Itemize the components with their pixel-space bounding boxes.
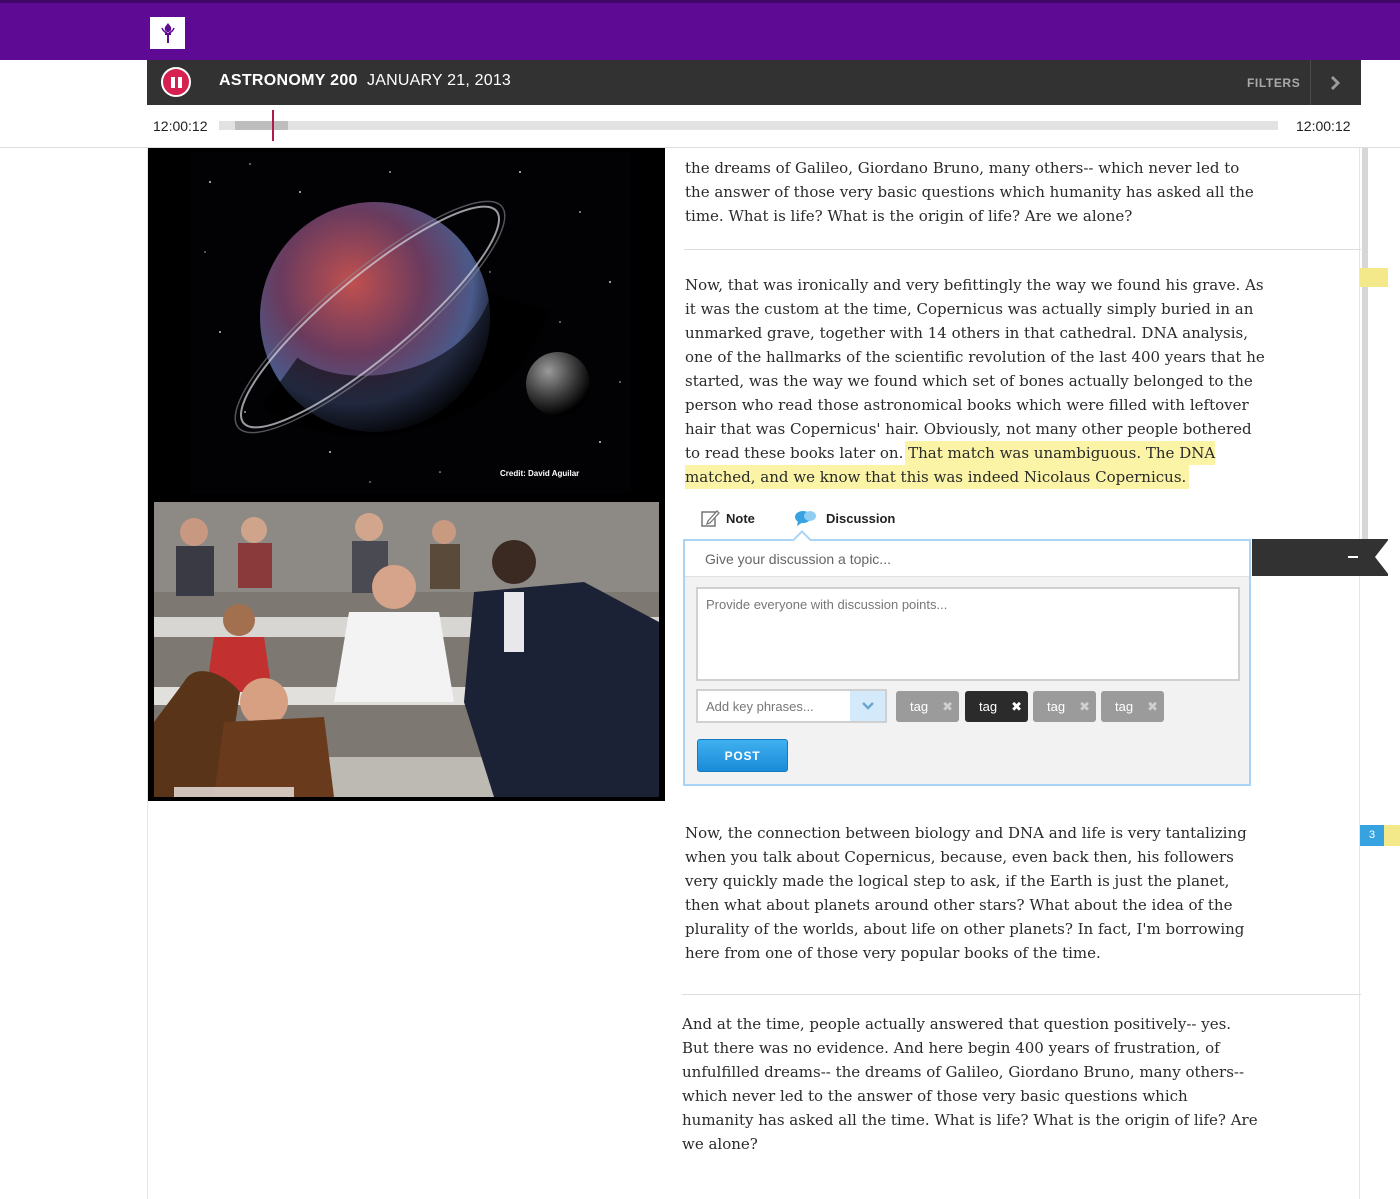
playhead[interactable]: [272, 110, 274, 141]
filters-button[interactable]: FILTERS: [1247, 76, 1300, 90]
course-header: ASTRONOMY 200 JANUARY 21, 2013 FILTERS: [147, 60, 1361, 105]
timeline: 12:00:12 12:00:12: [0, 105, 1400, 148]
lecture-content: Credit: David Aguilar the dreams of Gali…: [147, 148, 1400, 1199]
discussion-count: 3: [1360, 825, 1384, 846]
remove-tag-icon[interactable]: ✖: [942, 699, 953, 715]
nyu-torch-icon[interactable]: [150, 17, 185, 49]
tag-label: tag: [910, 699, 929, 714]
paragraph-divider: [684, 249, 1361, 250]
note-edit-icon: [701, 510, 720, 527]
transcript: the dreams of Galileo, Giordano Bruno, m…: [148, 148, 1361, 1199]
tab-discussion[interactable]: Discussion: [794, 508, 895, 528]
course-date: JANUARY 21, 2013: [367, 72, 512, 89]
highlight-marker[interactable]: [1360, 268, 1388, 287]
timeline-scrubber[interactable]: [219, 110, 1278, 141]
discussion-count-badge[interactable]: 3: [1360, 825, 1400, 846]
key-phrases-field: [696, 689, 887, 723]
pause-icon: [170, 76, 175, 88]
scrollbar[interactable]: [1362, 148, 1368, 540]
chevron-right-icon[interactable]: [1323, 71, 1347, 95]
transcript-paragraph[interactable]: Now, the connection between biology and …: [685, 821, 1265, 965]
transcript-text: Now, that was ironically and very befitt…: [685, 276, 1265, 462]
key-phrases-input[interactable]: [698, 691, 850, 721]
highlight-marker: [1384, 825, 1400, 846]
tag-chip[interactable]: tag ✖: [1033, 691, 1096, 722]
remove-tag-icon[interactable]: ✖: [1079, 699, 1090, 715]
tag-chip[interactable]: tag ✖: [896, 691, 959, 722]
tab-note[interactable]: Note: [700, 508, 755, 528]
tag-label: tag: [1115, 699, 1134, 714]
post-button[interactable]: POST: [697, 739, 788, 772]
remove-tag-icon[interactable]: ✖: [1147, 699, 1158, 715]
tab-note-label: Note: [726, 510, 755, 526]
header-divider: [1310, 60, 1311, 105]
paragraph-divider: [682, 994, 1361, 995]
timeline-progress: [235, 121, 288, 130]
tag-chip[interactable]: tag ✖: [1101, 691, 1164, 722]
key-phrases-dropdown[interactable]: [850, 691, 885, 721]
transcript-paragraph[interactable]: And at the time, people actually answere…: [682, 1012, 1262, 1156]
remove-tag-icon[interactable]: ✖: [1011, 699, 1022, 715]
tab-discussion-label: Discussion: [826, 510, 896, 526]
discussion-points-input[interactable]: [696, 587, 1240, 681]
tag-label: tag: [1047, 699, 1066, 714]
discussion-form: tag ✖ tag ✖ tag ✖ tag ✖ POST: [683, 530, 1251, 786]
speech-bubbles-icon: [795, 511, 816, 526]
chevron-down-icon: [861, 702, 874, 710]
annotation-flag: [1252, 539, 1389, 576]
transcript-paragraph[interactable]: the dreams of Galileo, Giordano Bruno, m…: [685, 156, 1265, 228]
total-time: 12:00:12: [1296, 118, 1351, 134]
pause-button[interactable]: [161, 67, 191, 97]
current-time: 12:00:12: [153, 118, 208, 134]
transcript-paragraph[interactable]: Now, that was ironically and very befitt…: [685, 273, 1265, 489]
discussion-topic-input[interactable]: [685, 541, 1249, 577]
collapse-icon[interactable]: [1348, 556, 1358, 558]
tag-chip[interactable]: tag ✖: [965, 691, 1028, 722]
top-bar: [0, 0, 1400, 60]
tag-label: tag: [979, 699, 998, 714]
course-title: ASTRONOMY 200: [219, 72, 358, 89]
